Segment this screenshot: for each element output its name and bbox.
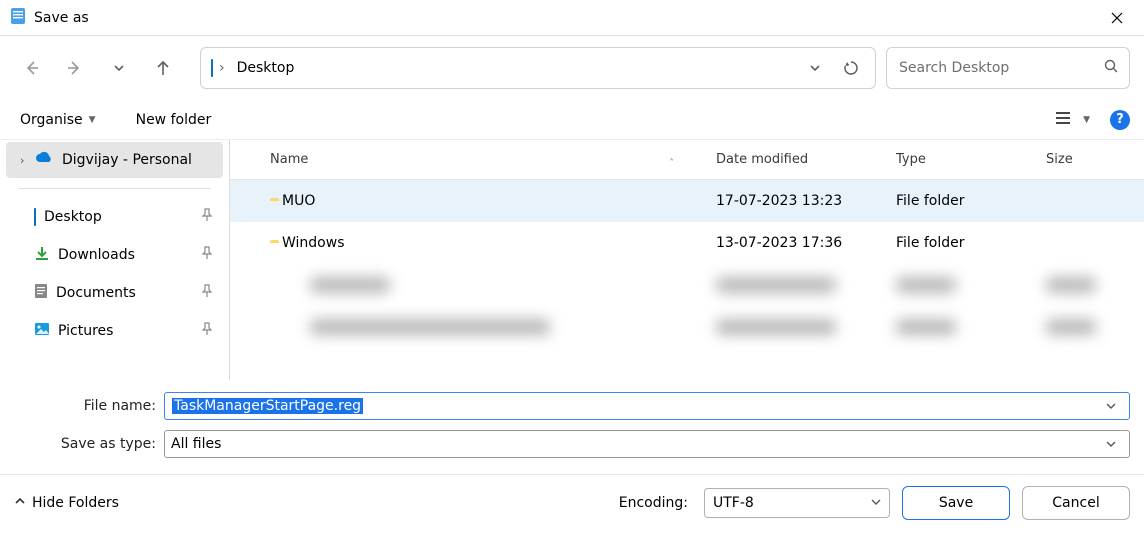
hide-folders-button[interactable]: Hide Folders [14, 495, 119, 511]
pin-icon [201, 322, 213, 340]
chevron-down-icon[interactable] [1099, 401, 1123, 411]
downloads-icon [34, 245, 50, 265]
notepad-icon [10, 7, 26, 29]
tree-label-personal: Digvijay - Personal [62, 152, 213, 168]
view-menu[interactable]: ▼ [1049, 107, 1096, 133]
save-as-type-combo[interactable]: All files [164, 430, 1130, 458]
pictures-icon [34, 322, 50, 340]
pin-icon [201, 246, 213, 264]
chevron-right-icon: › [20, 154, 34, 167]
column-name[interactable]: Name ˄ [230, 152, 704, 167]
tree-item-downloads[interactable]: Downloads [6, 237, 223, 273]
chevron-up-icon [14, 495, 26, 511]
file-name-label: File name: [14, 398, 164, 414]
file-name: Windows [282, 235, 345, 251]
file-date: 13-07-2023 17:36 [704, 235, 884, 251]
cancel-button[interactable]: Cancel [1022, 486, 1130, 520]
pin-icon [201, 284, 213, 302]
onedrive-icon [34, 151, 54, 169]
hide-folders-label: Hide Folders [32, 495, 119, 511]
file-row[interactable]: Windows 13-07-2023 17:36 File folder [230, 222, 1144, 264]
breadcrumb-separator: › [213, 60, 231, 76]
encoding-value: UTF-8 [713, 495, 754, 511]
file-name-input[interactable]: TaskManagerStartPage.reg [171, 398, 1099, 414]
tree-separator [18, 188, 211, 189]
sort-indicator-icon: ˄ [669, 158, 674, 169]
back-button[interactable] [14, 51, 48, 85]
documents-icon [34, 283, 48, 303]
location-icon [211, 60, 213, 76]
file-type: File folder [884, 193, 1034, 209]
tree-item-desktop[interactable]: Desktop [6, 199, 223, 235]
new-folder-label: New folder [136, 112, 212, 128]
encoding-select[interactable]: UTF-8 [704, 488, 890, 518]
desktop-icon [34, 209, 36, 225]
tree-label-documents: Documents [56, 285, 201, 301]
pin-icon [201, 208, 213, 226]
refresh-button[interactable] [833, 50, 869, 86]
file-row[interactable]: MUO 17-07-2023 13:23 File folder [230, 180, 1144, 222]
redacted-row [230, 306, 1144, 348]
column-type[interactable]: Type [884, 152, 1034, 167]
redacted-row [230, 264, 1144, 306]
addressbar-dropdown-button[interactable] [797, 50, 833, 86]
list-icon [1055, 111, 1071, 129]
tree-label-downloads: Downloads [58, 247, 201, 263]
encoding-label: Encoding: [619, 495, 688, 511]
forward-button[interactable] [58, 51, 92, 85]
tree-item-personal[interactable]: › Digvijay - Personal [6, 142, 223, 178]
recent-locations-button[interactable] [102, 51, 136, 85]
search-icon [1103, 58, 1119, 78]
file-name-combo[interactable]: TaskManagerStartPage.reg [164, 392, 1130, 420]
tree-item-documents[interactable]: Documents [6, 275, 223, 311]
save-button[interactable]: Save [902, 486, 1010, 520]
new-folder-button[interactable]: New folder [130, 108, 218, 132]
column-date[interactable]: Date modified [704, 152, 884, 167]
up-button[interactable] [146, 51, 180, 85]
tree-item-pictures[interactable]: Pictures [6, 313, 223, 349]
tree-label-desktop: Desktop [44, 209, 201, 225]
file-name: MUO [282, 193, 315, 209]
file-type: File folder [884, 235, 1034, 251]
window-title: Save as [34, 10, 1094, 26]
chevron-down-icon[interactable] [1099, 439, 1123, 449]
tree-label-pictures: Pictures [58, 323, 201, 339]
search-box[interactable] [886, 47, 1130, 89]
column-headers[interactable]: Name ˄ Date modified Type Size [230, 140, 1144, 180]
chevron-down-icon[interactable] [871, 495, 881, 511]
close-button[interactable] [1094, 2, 1140, 34]
breadcrumb-desktop[interactable]: Desktop [231, 60, 301, 76]
column-size[interactable]: Size [1034, 152, 1144, 167]
organise-menu[interactable]: Organise ▼ [14, 108, 102, 132]
save-as-type-value: All files [171, 436, 1099, 452]
address-bar[interactable]: › Desktop [200, 47, 876, 89]
organise-label: Organise [20, 112, 83, 128]
file-date: 17-07-2023 13:23 [704, 193, 884, 209]
search-input[interactable] [897, 59, 1103, 77]
chevron-down-icon: ▼ [1083, 115, 1090, 125]
help-button[interactable]: ? [1110, 110, 1130, 130]
chevron-down-icon: ▼ [89, 115, 96, 125]
save-as-type-label: Save as type: [14, 436, 164, 452]
